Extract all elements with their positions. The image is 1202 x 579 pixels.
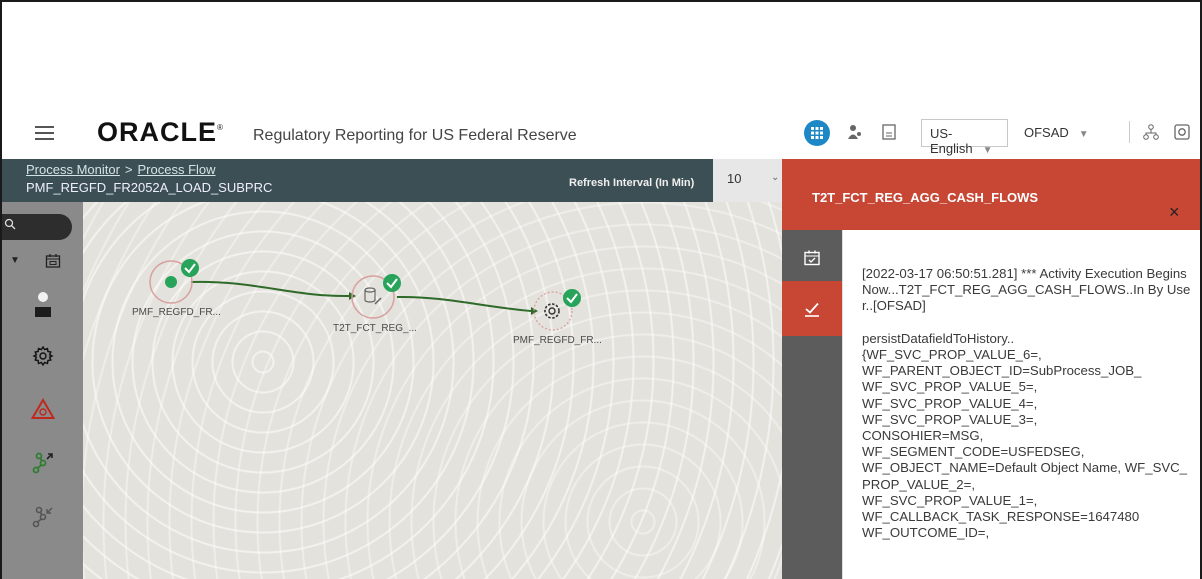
breadcrumb: Process Monitor > Process Flow [26, 162, 216, 177]
search-toggle[interactable] [2, 214, 72, 240]
detail-panel-header: T2T_FCT_REG_AGG_CASH_FLOWS × [782, 159, 1200, 230]
breadcrumb-separator: > [124, 162, 133, 177]
app-frame: ORACLE® Regulatory Reporting for US Fede… [0, 0, 1202, 579]
caret-down-icon[interactable]: ▼ [8, 252, 22, 268]
language-value: US-English [930, 126, 973, 156]
help-icon[interactable] [1171, 121, 1193, 143]
user-menu[interactable]: OFSAD ▼ [1016, 119, 1110, 147]
header-divider [1129, 121, 1130, 143]
chevron-down-icon: ⌄ [771, 172, 780, 183]
breadcrumb-process-monitor[interactable]: Process Monitor [26, 162, 120, 177]
refresh-interval-select[interactable]: 10 ⌄ [713, 159, 782, 202]
user-icon[interactable] [31, 290, 55, 320]
flow-connector [396, 295, 532, 312]
flow-node-process[interactable] [533, 289, 581, 331]
flow-node-label: T2T_FCT_REG_... [333, 323, 417, 334]
panel-title: T2T_FCT_REG_AGG_CASH_FLOWS [812, 190, 1039, 205]
settings-icon[interactable] [31, 344, 55, 368]
activity-log-text: [2022-03-17 06:50:51.281] *** Activity E… [862, 266, 1191, 541]
chevron-down-icon: ▼ [1078, 129, 1089, 140]
chevron-down-icon: ▼ [982, 145, 993, 156]
flow-expand-icon[interactable] [30, 450, 56, 476]
close-icon[interactable]: × [1169, 202, 1180, 223]
warning-settings-icon[interactable] [30, 397, 56, 421]
breadcrumb-process-flow[interactable]: Process Flow [138, 162, 216, 177]
menu-icon[interactable] [35, 126, 54, 140]
oracle-logo: ORACLE® [97, 117, 224, 147]
network-icon[interactable] [1140, 121, 1162, 143]
flow-node-start[interactable] [149, 259, 199, 304]
flow-node-label: PMF_REGFD_FR... [132, 307, 221, 318]
user-group-icon[interactable] [844, 121, 866, 143]
tab-schedule[interactable] [782, 230, 842, 285]
app-title: Regulatory Reporting for US Federal Rese… [253, 127, 577, 144]
process-flow-canvas[interactable]: PMF_REGFD_FR... T2T_FCT_REG_... PMF_REGF… [83, 202, 782, 579]
top-header: ORACLE® Regulatory Reporting for US Fede… [2, 107, 1200, 159]
refresh-interval-label: Refresh Interval (In Min) [569, 177, 695, 189]
flow-collapse-icon[interactable] [30, 504, 56, 530]
user-name: OFSAD [1024, 125, 1069, 140]
activity-log-panel[interactable]: [2022-03-17 06:50:51.281] *** Activity E… [842, 230, 1200, 579]
check-icon [805, 302, 819, 317]
calendar-icon[interactable] [44, 252, 62, 270]
language-select[interactable]: US-English ▼ [921, 119, 1008, 156]
document-icon[interactable] [878, 121, 900, 143]
tab-status[interactable] [782, 281, 842, 336]
flow-node-task[interactable] [351, 274, 401, 319]
flow-node-label: PMF_REGFD_FR... [513, 335, 602, 346]
tool-sidebar: ▼ [2, 202, 83, 579]
refresh-interval-value: 10 [727, 171, 742, 186]
panel-tab-bar [782, 230, 842, 579]
calendar-icon [804, 250, 820, 265]
process-name: PMF_REGFD_FR2052A_LOAD_SUBPRC [26, 180, 273, 195]
flow-connector [190, 280, 350, 298]
grid-apps-icon[interactable] [804, 120, 830, 146]
search-icon [4, 218, 16, 230]
flow-diagram [149, 259, 581, 331]
breadcrumb-bar: Process Monitor > Process Flow PMF_REGFD_F… [2, 159, 782, 202]
